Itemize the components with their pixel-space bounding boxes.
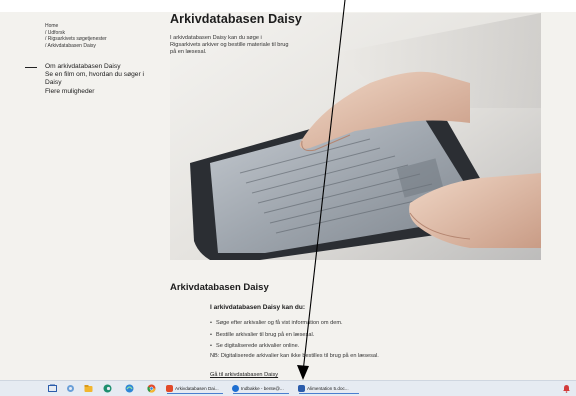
edge-icon[interactable] — [103, 384, 112, 393]
word-icon — [298, 385, 305, 393]
taskbar-app-label: Indbakke - bente@... — [241, 386, 284, 391]
section-subtitle: I arkivdatabasen Daisy kan du: — [210, 304, 306, 311]
note-text: NB: Digitaliserede arkivalier kan ikke b… — [210, 353, 379, 359]
breadcrumb-daisy: / Arkivdatabasen Daisy — [45, 42, 96, 49]
taskbar-app-label: Arkivdatabasen Dai... — [175, 386, 219, 391]
go-to-daisy-link[interactable]: Gå til arkivdatabasen Daisy — [210, 372, 278, 378]
taskbar: Arkivdatabasen Dai... Indbakke - bente@.… — [0, 380, 576, 396]
active-app-underline — [299, 393, 359, 394]
section-title: Arkivdatabasen Daisy — [170, 282, 269, 293]
file-explorer-icon[interactable] — [84, 384, 93, 393]
page-intro: I arkivdatabasen Daisy kan du søge i Rig… — [170, 35, 289, 55]
task-view-icon[interactable] — [48, 384, 57, 393]
list-item: Bestille arkivalier til brug på en læses… — [210, 330, 343, 342]
breadcrumb-soegetjenester[interactable]: / Rigsarkivets søgetjenester — [45, 36, 107, 43]
taskbar-app-label: Alimentation 5.doc... — [307, 386, 349, 391]
edge-browser-icon[interactable] — [125, 384, 134, 393]
breadcrumb: Home / Udforsk / Rigsarkivets søgetjenes… — [45, 23, 107, 49]
feature-list: Søge efter arkivalier og få vist informa… — [210, 318, 343, 353]
active-app-underline — [233, 393, 289, 394]
active-indicator — [25, 67, 37, 68]
cloud-search-icon[interactable] — [66, 384, 75, 393]
sidebar-item-om-daisy[interactable]: Om arkivdatabasen Daisy — [45, 63, 155, 71]
sidebar: Home / Udforsk / Rigsarkivets søgetjenes… — [0, 12, 165, 380]
active-app-underline — [167, 393, 223, 394]
sidebar-item-film[interactable]: Se en film om, hvordan du søger i Daisy — [45, 71, 155, 87]
chrome-small-icon — [166, 385, 173, 393]
sidebar-nav: Om arkivdatabasen Daisy Se en film om, h… — [25, 63, 155, 96]
sidebar-item-flere-muligheder[interactable]: Flere muligheder — [45, 88, 155, 96]
browser-top-strip — [0, 0, 576, 12]
page-title: Arkivdatabasen Daisy — [170, 12, 302, 26]
notification-icon[interactable] — [562, 384, 571, 393]
outlook-icon — [232, 385, 239, 393]
taskbar-app-browser[interactable]: Arkivdatabasen Dai... — [164, 383, 226, 394]
taskbar-app-word[interactable]: Alimentation 5.doc... — [296, 383, 362, 394]
chrome-icon[interactable] — [147, 384, 156, 393]
list-item: Se digitaliserede arkivalier online. — [210, 341, 343, 353]
taskbar-app-outlook[interactable]: Indbakke - bente@... — [230, 383, 292, 394]
list-item: Søge efter arkivalier og få vist informa… — [210, 318, 343, 330]
